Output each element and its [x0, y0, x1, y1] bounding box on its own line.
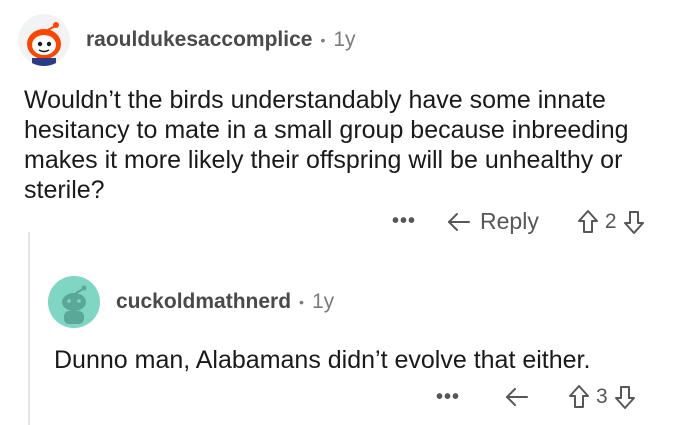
vote-controls: 2	[577, 209, 645, 235]
comment-header: cuckoldmathnerd • 1y	[48, 276, 334, 328]
comment-line: Dunno man, Alabamans didn’t evolve that …	[54, 346, 591, 374]
username[interactable]: raouldukesaccomplice	[86, 28, 312, 52]
vote-controls: 3	[568, 384, 636, 410]
reply-arrow-icon	[448, 212, 471, 231]
comment-line: hesitancy to mate in a small group becau…	[24, 116, 629, 144]
downvote-icon[interactable]	[623, 209, 645, 235]
more-options-button[interactable]: •••	[436, 386, 460, 409]
vote-score: 2	[604, 209, 617, 233]
reply-button[interactable]: Reply	[446, 208, 539, 235]
thread-line[interactable]	[28, 232, 30, 425]
user-avatar[interactable]	[48, 276, 100, 328]
comment-line: Wouldn’t the birds understandably have s…	[24, 86, 606, 114]
comment-actions: ••• Reply 2	[392, 208, 645, 235]
more-options-button[interactable]: •••	[392, 210, 416, 233]
reply-button[interactable]	[504, 386, 530, 408]
comment-header: raouldukesaccomplice • 1y	[18, 14, 356, 66]
reply-label: Reply	[480, 208, 539, 234]
comment-line: makes it more likely their offspring wil…	[24, 146, 623, 174]
comment-body: Wouldn’t the birds understandably have s…	[24, 85, 684, 205]
comment-line: sterile?	[24, 176, 105, 204]
username[interactable]: cuckoldmathnerd	[116, 290, 291, 314]
avatar-icon	[18, 14, 70, 66]
reply-arrow-icon	[506, 388, 529, 406]
timestamp: 1y	[311, 290, 335, 313]
downvote-icon[interactable]	[614, 384, 636, 410]
user-avatar[interactable]	[18, 14, 70, 66]
upvote-icon[interactable]	[577, 209, 599, 235]
separator-dot: •	[320, 32, 326, 48]
comment-actions: ••• 3	[436, 384, 636, 410]
timestamp: 1y	[333, 28, 356, 51]
vote-score: 3	[596, 385, 608, 408]
avatar-icon	[48, 276, 100, 328]
upvote-icon[interactable]	[568, 384, 590, 410]
separator-dot: •	[299, 294, 304, 310]
comment-body: Dunno man, Alabamans didn’t evolve that …	[54, 345, 684, 375]
